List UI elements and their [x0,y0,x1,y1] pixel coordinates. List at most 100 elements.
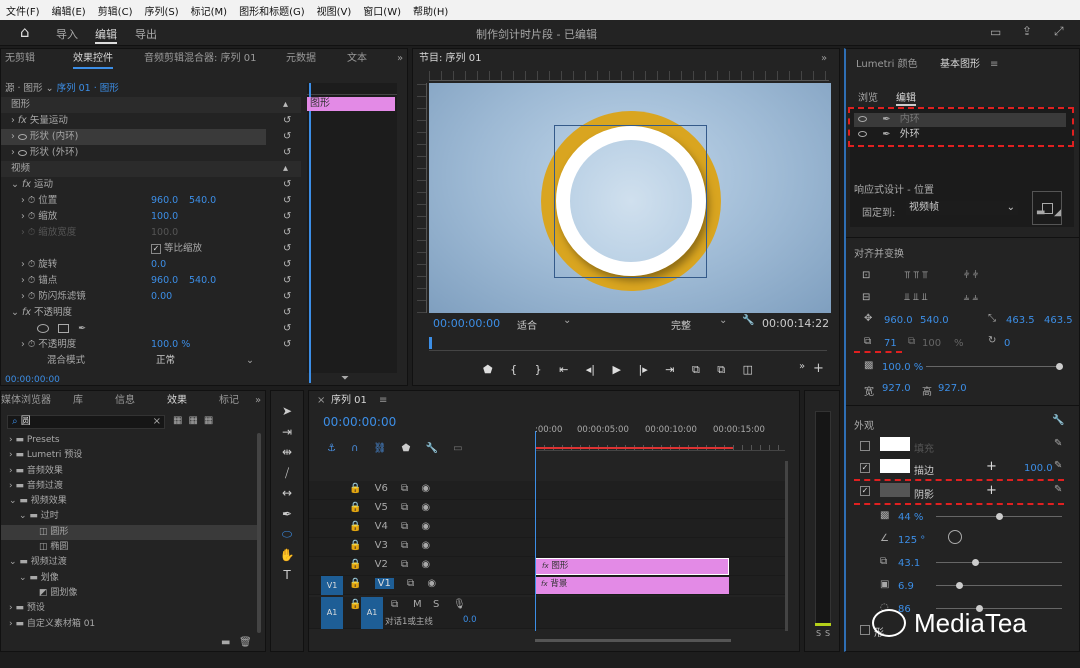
sync-icon[interactable]: ⧉ [407,578,414,589]
menu-clip[interactable]: 剪辑(C) [98,3,133,18]
sync-icon[interactable]: ⧉ [401,521,408,532]
align-bottom-icon[interactable]: ⫫ ⫫ ⫫ [904,292,927,303]
stroke-width[interactable]: 100.0 [1024,463,1053,474]
size-h[interactable]: 463.5 [1044,315,1073,326]
reset-icon[interactable]: ↺ [283,337,303,353]
tree-item-video-transitions[interactable]: ⌄ ▬ 视频过渡 [1,555,257,570]
tab-no-clip[interactable]: 无剪辑 [5,49,35,69]
clip-background-v1[interactable]: fx 背景 [535,577,729,594]
lift-icon[interactable]: ⧉ [692,363,700,376]
quick-export-icon[interactable]: ▭ [990,25,1001,39]
menu-help[interactable]: 帮助(H) [413,3,448,18]
width-value[interactable]: 927.0 [882,383,911,394]
tree-item-audio-transitions[interactable]: › ▬ 音频过渡 [1,479,257,494]
reset-icon[interactable]: ↺ [283,113,303,129]
solo-left[interactable]: S [816,629,821,638]
go-to-out-icon[interactable]: ⇥ [665,363,674,376]
sync-icon[interactable]: ⧉ [401,483,408,494]
chevron-down-icon[interactable]: ⌄ [46,83,57,94]
scale-percent[interactable]: 100 [922,338,941,349]
scale-value[interactable]: 100.0 [151,209,178,225]
share-icon[interactable]: ⇪ [1022,24,1032,38]
close-icon[interactable]: × [317,391,325,411]
slip-tool-icon[interactable]: ↔ [271,483,303,504]
tab-libraries[interactable]: 库 [73,391,83,411]
shadow-size-value[interactable]: 6.9 [898,581,914,592]
eye-icon[interactable]: ◉ [427,578,436,589]
lock-icon[interactable]: 🔒 [349,559,361,570]
timeline-scrollbar[interactable] [535,639,731,642]
tree-item-custom-bin[interactable]: › ▬ 自定义素材箱 01 [1,617,257,632]
tree-item-lumetri[interactable]: › ▬ Lumetri 预设 [1,448,257,463]
reset-icon[interactable]: ▴ [283,161,303,177]
tab-lumetri-color[interactable]: Lumetri 颜色 [856,55,918,75]
mark-out-icon[interactable]: } [535,363,542,376]
add-stroke-icon[interactable]: + [986,459,997,474]
clip-graphic-v2[interactable]: fx 图形 [535,558,729,575]
timeline-playhead[interactable] [535,431,536,631]
tab-import[interactable]: 导入 [56,26,78,42]
reset-icon[interactable]: ▴ [283,97,303,113]
menu-window[interactable]: 窗口(W) [363,3,401,18]
chevron-down-icon[interactable]: ⌄ [719,315,727,326]
fit-select[interactable]: 适合 [517,317,537,332]
reset-icon[interactable]: ↺ [283,209,303,225]
shadow-angle-value[interactable]: 125 ° [898,535,925,546]
shape-outer-row[interactable]: › 形状 (外环) [1,145,301,161]
reset-icon[interactable]: ↺ [283,193,303,209]
tab-edit[interactable]: 编辑 [95,26,117,44]
opacity-slider[interactable] [926,363,1063,370]
pin-diagram[interactable] [1032,191,1062,225]
reset-icon[interactable]: ↺ [283,241,303,257]
clear-search-icon[interactable]: × [153,416,161,428]
pin-to-select[interactable]: 视频帧 ⌄ [906,201,1018,215]
menu-sequence[interactable]: 序列(S) [144,3,178,18]
tab-audio-clip-mixer[interactable]: 音频剪辑混合器: 序列 01 [144,49,256,69]
source-a1[interactable]: A1 [321,597,343,629]
playhead-marker[interactable] [429,337,432,349]
stroke-checkbox[interactable]: ✓ [860,463,870,473]
wrench-icon[interactable]: 🔧 [742,315,754,326]
position-x[interactable]: 960.0 [884,315,913,326]
lock-icon[interactable]: 🔒 [349,599,361,610]
mini-playhead[interactable] [309,83,311,383]
tab-effect-controls[interactable]: 效果控件 [73,49,113,69]
go-to-in-icon[interactable]: ⇤ [559,363,568,376]
search-box[interactable]: ⌕ 圆 × [7,415,165,429]
mic-icon[interactable]: 🎙 [453,599,466,610]
tree-item-ellipse[interactable]: ◫ 椭圆 [1,540,257,555]
pen-tool-icon[interactable]: ✒ [271,504,303,525]
add-shadow-icon[interactable]: + [986,483,997,498]
work-area-bar[interactable] [535,447,733,449]
menu-icon[interactable]: ≡ [990,55,998,75]
sync-icon[interactable]: ⧉ [401,540,408,551]
lock-icon[interactable]: 🔒 [349,483,361,494]
mask-checkbox[interactable] [860,625,870,635]
marker-icon[interactable]: ⬟ [402,443,411,454]
tab-info[interactable]: 信息 [115,391,135,411]
eyedropper-icon[interactable]: ✎ [1054,460,1062,471]
tree-item-iris-round[interactable]: ◩ 圆划像 [1,586,257,601]
vector-motion-row[interactable]: › fx 矢量运动 [1,113,301,129]
lock-icon[interactable]: 🔒 [349,502,361,513]
ellipse-tool-icon[interactable]: ⬭ [271,524,303,545]
effect-controls-timecode[interactable]: 00:00:00:00 [5,375,60,385]
new-bin-icon[interactable]: ▬ [221,637,230,648]
quality-select[interactable]: 完整 [671,317,691,332]
v-scrollbar[interactable] [785,461,788,631]
hand-tool-icon[interactable]: ✋ [271,545,303,566]
stroke-swatch[interactable] [880,459,910,473]
time-ruler[interactable]: :00:00 00:00:05:00 00:00:10:00 00:00:15:… [535,423,785,451]
align-vertical-center-icon[interactable]: ⊡ [862,270,870,281]
overflow-icon[interactable]: » [799,361,805,372]
timeline-timecode[interactable]: 00:00:00:00 [323,415,396,429]
menu-view[interactable]: 视图(V) [317,3,352,18]
snap-icon[interactable]: ⚓ [327,443,336,454]
tree-item-iris[interactable]: ⌄ ▬ 划像 [1,571,257,586]
menu-icon[interactable]: ≡ [379,391,387,411]
mute-button[interactable]: M [413,599,422,610]
shadow-opacity-slider[interactable] [936,513,1062,520]
tree-item-obsolete[interactable]: ⌄ ▬ 过时 [1,509,257,524]
reset-icon[interactable]: ↺ [283,177,303,193]
scrollbar[interactable] [257,433,261,633]
